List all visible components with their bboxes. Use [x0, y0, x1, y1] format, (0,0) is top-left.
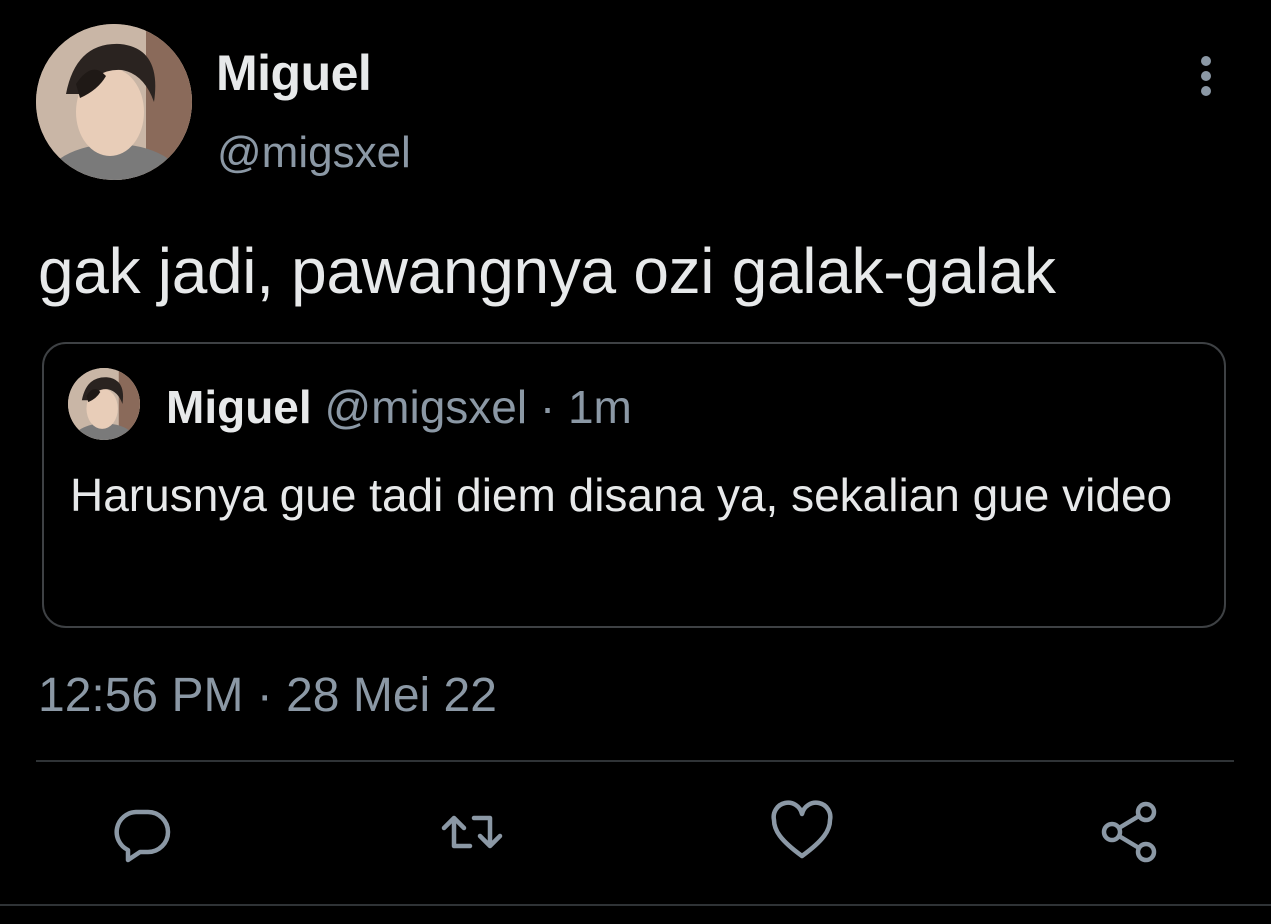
like-button[interactable] — [770, 800, 834, 864]
share-button[interactable] — [1098, 800, 1162, 864]
author-handle[interactable]: @migsxel — [217, 128, 411, 178]
retweet-icon — [441, 815, 503, 849]
author-display-name[interactable]: Miguel — [216, 44, 372, 102]
author-avatar[interactable] — [36, 24, 192, 180]
quoted-tweet-header: Miguel @migsxel · 1m — [166, 380, 632, 434]
more-dot — [1201, 86, 1211, 96]
reply-button[interactable] — [110, 800, 174, 864]
quoted-handle: @migsxel — [324, 381, 528, 433]
more-dot — [1201, 71, 1211, 81]
avatar-image — [36, 24, 192, 180]
reply-icon — [114, 809, 171, 863]
quoted-display-name: Miguel — [166, 381, 312, 433]
retweet-button[interactable] — [440, 800, 504, 864]
more-dot — [1201, 56, 1211, 66]
divider — [36, 760, 1234, 762]
quoted-separator: · — [527, 381, 568, 433]
bottom-divider — [0, 904, 1271, 906]
quoted-tweet-text: Harusnya gue tadi diem disana ya, sekali… — [70, 469, 1173, 521]
tweet-text: gak jadi, pawangnya ozi galak-galak — [38, 235, 1056, 307]
quoted-author-avatar — [68, 368, 140, 440]
quoted-time: 1m — [567, 381, 632, 433]
tweet-timestamp[interactable]: 12:56 PM · 28 Mei 22 — [38, 668, 497, 723]
more-vertical-icon[interactable] — [1196, 54, 1220, 98]
heart-icon — [771, 800, 833, 859]
avatar-image — [68, 368, 140, 440]
share-icon — [1101, 801, 1157, 863]
